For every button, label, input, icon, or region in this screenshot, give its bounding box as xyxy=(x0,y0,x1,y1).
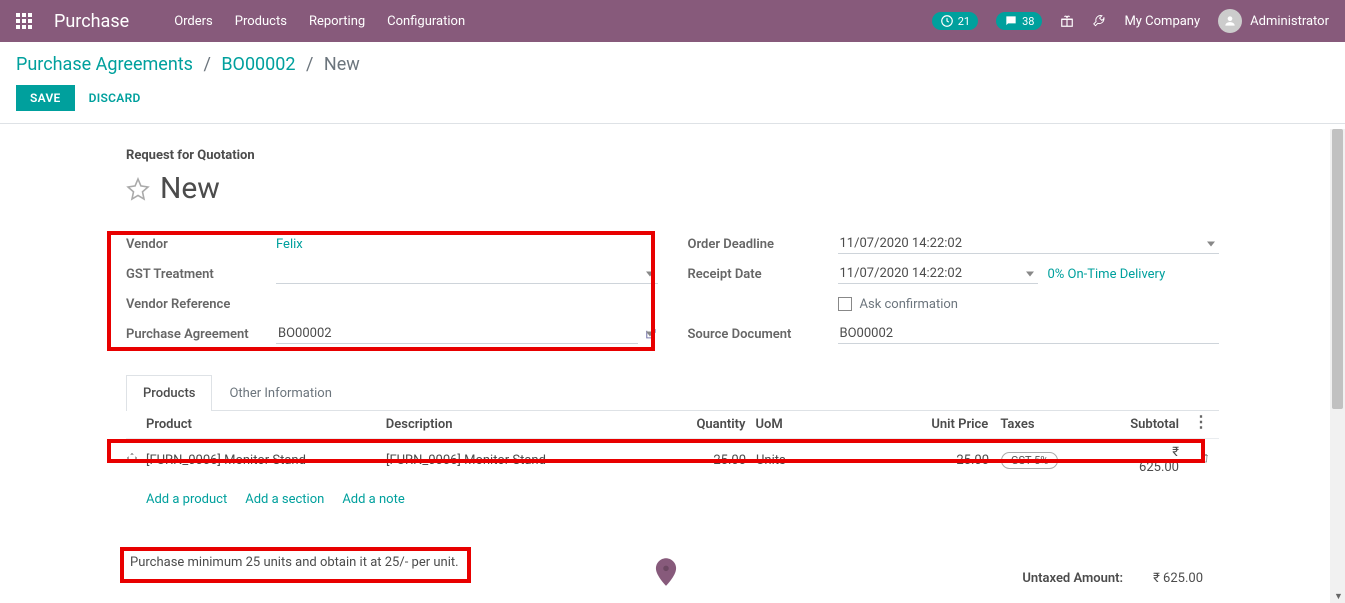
table-header: Product Description Quantity UoM Unit Pr… xyxy=(126,411,1219,439)
messages-count: 38 xyxy=(1022,15,1034,28)
user-name: Administrator xyxy=(1250,14,1329,29)
cell-description[interactable]: [FURN_0006] Monitor Stand xyxy=(386,453,656,468)
breadcrumb-current: New xyxy=(324,54,360,75)
th-uom: UoM xyxy=(756,417,846,432)
map-pin-icon xyxy=(655,558,677,586)
receipt-label: Receipt Date xyxy=(688,267,838,282)
tabs: Products Other Information xyxy=(126,374,1219,411)
subheader: Purchase Agreements / BO00002 / New SAVE… xyxy=(0,42,1345,115)
annotation-note: Purchase minimum 25 units and obtain it … xyxy=(130,555,459,570)
vendor-label: Vendor xyxy=(126,237,276,252)
breadcrumb-parent[interactable]: BO00002 xyxy=(221,54,295,75)
tab-other-info[interactable]: Other Information xyxy=(212,375,348,411)
vendor-value[interactable]: Felix xyxy=(276,237,303,252)
cell-product[interactable]: [FURN_0006] Monitor Stand xyxy=(146,453,386,468)
cell-quantity[interactable]: 25.00 xyxy=(656,453,756,468)
deadline-input[interactable] xyxy=(838,234,1220,254)
table-row[interactable]: [FURN_0006] Monitor Stand [FURN_0006] Mo… xyxy=(126,439,1219,482)
table-options-icon[interactable]: ⋮ xyxy=(1193,417,1208,427)
agreement-input[interactable] xyxy=(276,324,638,344)
clock-icon xyxy=(940,14,954,28)
ontime-link[interactable]: 0% On-Time Delivery xyxy=(1048,267,1166,282)
vendor-ref-label: Vendor Reference xyxy=(126,297,276,312)
scroll-down-icon[interactable]: ▼ xyxy=(1334,591,1343,602)
section-title: Request for Quotation xyxy=(126,148,1219,163)
activity-badge[interactable]: 21 xyxy=(932,12,978,30)
source-input[interactable] xyxy=(838,324,1220,344)
activity-count: 21 xyxy=(958,15,970,28)
source-label: Source Document xyxy=(688,327,838,342)
user-menu[interactable]: Administrator xyxy=(1218,9,1329,33)
scroll-thumb[interactable] xyxy=(1332,129,1343,409)
totals: Untaxed Amount: ₹ 625.00 xyxy=(1022,571,1203,586)
apps-icon[interactable] xyxy=(16,13,32,29)
form-sheet: Request for Quotation New Vendor Felix G… xyxy=(96,124,1249,517)
add-links: Add a product Add a section Add a note xyxy=(126,482,1219,517)
breadcrumb: Purchase Agreements / BO00002 / New xyxy=(16,54,1329,75)
receipt-input[interactable] xyxy=(838,264,1038,284)
ask-confirmation-checkbox[interactable] xyxy=(838,297,852,311)
tax-pill: GST 5% xyxy=(1001,452,1058,469)
gift-icon[interactable] xyxy=(1060,14,1074,28)
app-brand[interactable]: Purchase xyxy=(54,11,129,32)
ask-confirmation-label: Ask confirmation xyxy=(860,297,959,312)
untaxed-value: ₹ 625.00 xyxy=(1153,571,1203,586)
right-column: Order Deadline Receipt Date 0% On-Time D… xyxy=(688,230,1220,350)
add-section-link[interactable]: Add a section xyxy=(245,492,324,507)
add-note-link[interactable]: Add a note xyxy=(342,492,404,507)
messages-badge[interactable]: 38 xyxy=(996,12,1042,30)
breadcrumb-sep: / xyxy=(306,54,313,75)
vendor-ref-input[interactable] xyxy=(276,295,658,314)
agreement-label: Purchase Agreement xyxy=(126,327,276,342)
top-navbar: Purchase Orders Products Reporting Confi… xyxy=(0,0,1345,42)
menu-reporting[interactable]: Reporting xyxy=(309,14,365,29)
th-subtotal: Subtotal xyxy=(1130,417,1199,432)
order-lines-table: Product Description Quantity UoM Unit Pr… xyxy=(126,411,1219,517)
wrench-icon[interactable] xyxy=(1092,14,1106,28)
th-quantity: Quantity xyxy=(656,417,756,432)
topbar-right: 21 38 My Company Administrator xyxy=(932,9,1329,33)
tab-products[interactable]: Products xyxy=(126,375,212,411)
vertical-scrollbar[interactable]: ▲ ▼ xyxy=(1330,129,1345,603)
avatar xyxy=(1218,9,1242,33)
drag-handle-icon[interactable] xyxy=(126,452,146,468)
untaxed-label: Untaxed Amount: xyxy=(1022,571,1123,586)
th-unit-price: Unit Price xyxy=(845,417,1000,432)
th-product: Product xyxy=(146,417,386,432)
th-taxes: Taxes xyxy=(1000,417,1130,432)
add-product-link[interactable]: Add a product xyxy=(146,492,227,507)
menu-configuration[interactable]: Configuration xyxy=(387,14,465,29)
breadcrumb-sep: / xyxy=(203,54,210,75)
chat-icon xyxy=(1004,14,1018,28)
cell-subtotal: ₹ 625.00 xyxy=(1131,445,1199,475)
external-link-icon[interactable] xyxy=(644,327,657,341)
discard-button[interactable]: DISCARD xyxy=(89,91,141,105)
menu-orders[interactable]: Orders xyxy=(174,14,213,29)
favorite-star-icon[interactable] xyxy=(126,177,150,201)
deadline-label: Order Deadline xyxy=(688,237,838,252)
breadcrumb-root[interactable]: Purchase Agreements xyxy=(16,54,193,75)
page-title: New xyxy=(160,171,220,206)
menu-products[interactable]: Products xyxy=(235,14,287,29)
delete-row-icon[interactable] xyxy=(1199,452,1219,468)
company-switcher[interactable]: My Company xyxy=(1124,14,1200,29)
cell-unit-price[interactable]: 25.00 xyxy=(846,453,1001,468)
cell-taxes[interactable]: GST 5% xyxy=(1001,452,1131,469)
cell-uom[interactable]: Units xyxy=(756,453,846,468)
content: Request for Quotation New Vendor Felix G… xyxy=(0,123,1345,517)
gst-input[interactable] xyxy=(276,264,658,284)
th-description: Description xyxy=(386,417,656,432)
left-column: Vendor Felix GST Treatment Vendor Refere… xyxy=(126,230,658,350)
main-menu: Orders Products Reporting Configuration xyxy=(174,14,465,29)
gst-label: GST Treatment xyxy=(126,267,276,282)
save-button[interactable]: SAVE xyxy=(16,85,75,111)
